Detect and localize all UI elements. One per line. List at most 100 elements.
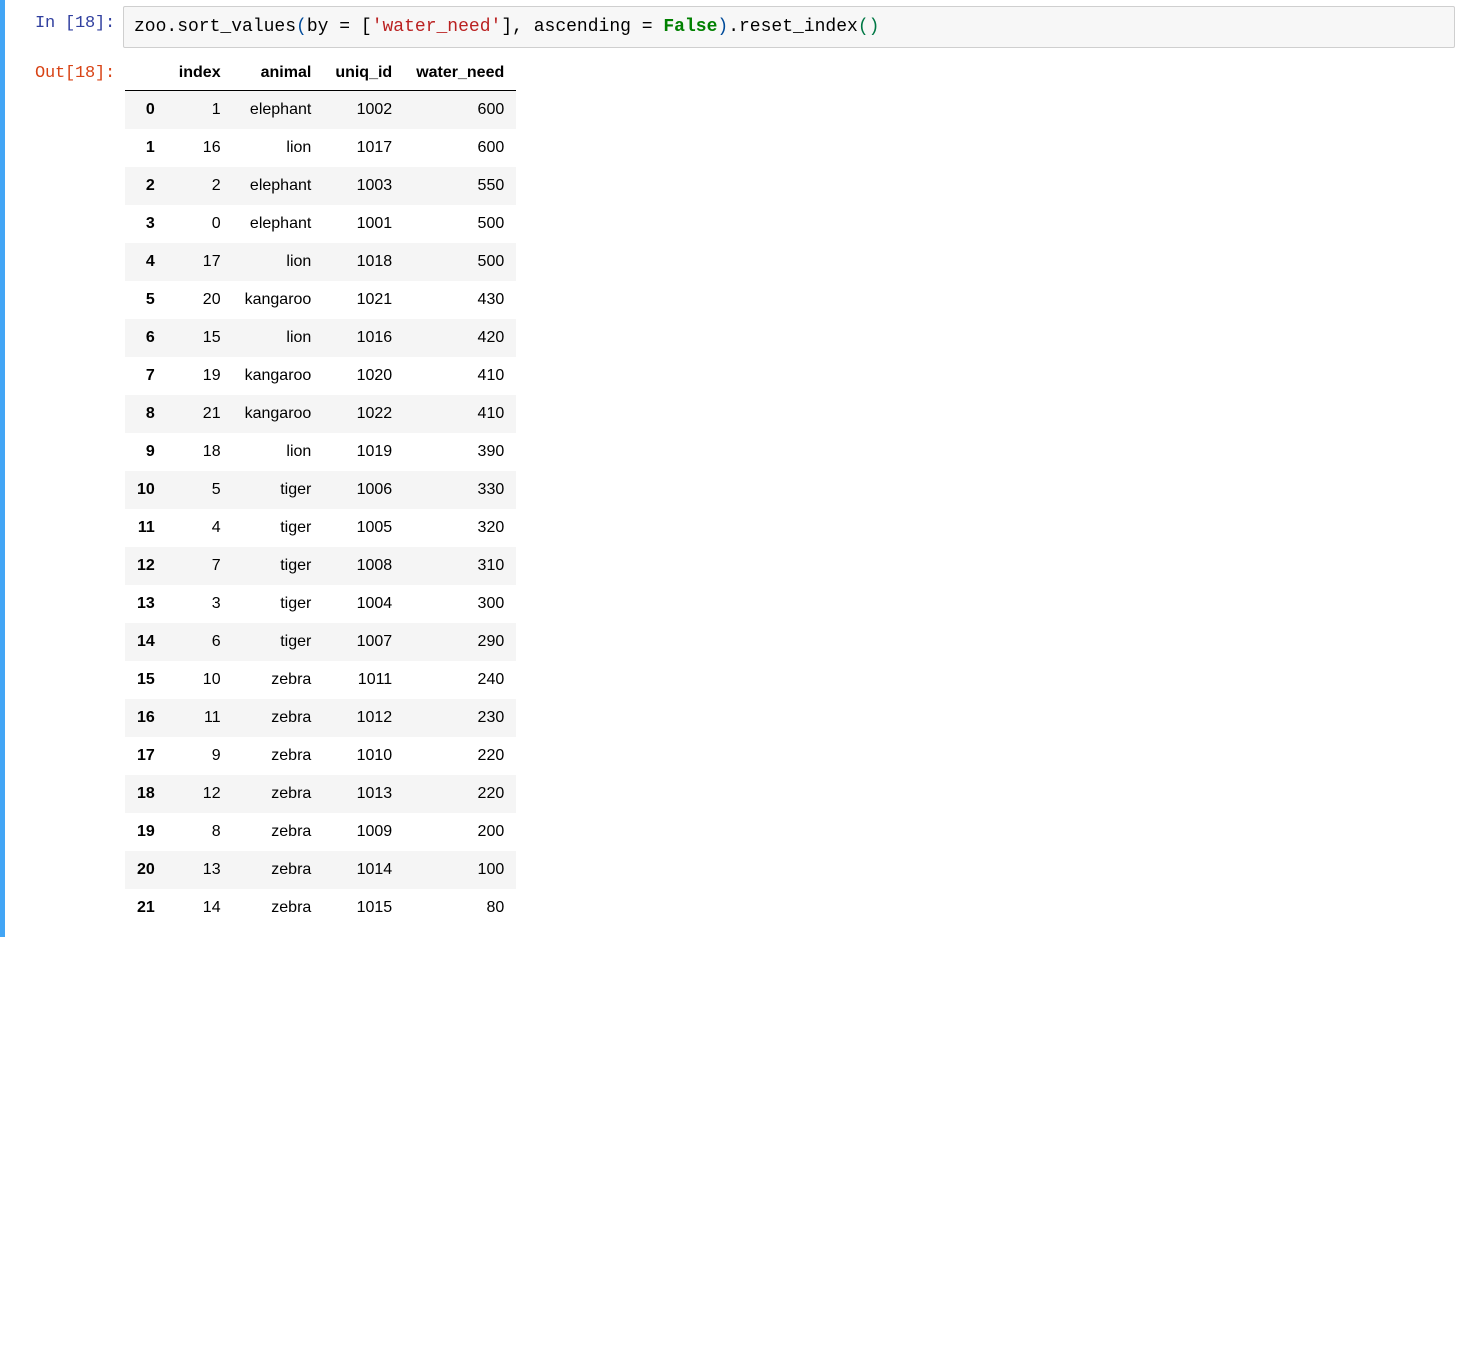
cell-uniq_id: 1001 [323, 205, 404, 243]
cell-index: 14 [167, 889, 233, 927]
table-row: 2013zebra1014100 [125, 851, 516, 889]
table-row: 198zebra1009200 [125, 813, 516, 851]
output-prompt: Out[18]: [5, 56, 123, 85]
cell-water_need: 200 [404, 813, 516, 851]
cell-uniq_id: 1003 [323, 167, 404, 205]
cell-uniq_id: 1016 [323, 319, 404, 357]
row-index: 15 [125, 661, 167, 699]
cell-animal: lion [233, 433, 324, 471]
cell-index: 9 [167, 737, 233, 775]
table-header-row: index animal uniq_id water_need [125, 56, 516, 91]
col-header-index: index [167, 56, 233, 91]
cell-index: 0 [167, 205, 233, 243]
cell-index: 12 [167, 775, 233, 813]
output-area: index animal uniq_id water_need 01elepha… [123, 56, 516, 927]
cell-water_need: 310 [404, 547, 516, 585]
cell-uniq_id: 1019 [323, 433, 404, 471]
cell-water_need: 300 [404, 585, 516, 623]
blank-header [125, 56, 167, 91]
code-token [653, 17, 664, 37]
row-index: 17 [125, 737, 167, 775]
cell-uniq_id: 1012 [323, 699, 404, 737]
table-row: 918lion1019390 [125, 433, 516, 471]
row-index: 14 [125, 623, 167, 661]
cell-index: 19 [167, 357, 233, 395]
cell-animal: kangaroo [233, 395, 324, 433]
cell-animal: lion [233, 243, 324, 281]
cell-index: 10 [167, 661, 233, 699]
cell-water_need: 80 [404, 889, 516, 927]
code-token: , ascending [512, 17, 642, 37]
row-index: 1 [125, 129, 167, 167]
row-index: 3 [125, 205, 167, 243]
table-row: 1510zebra1011240 [125, 661, 516, 699]
cell-uniq_id: 1022 [323, 395, 404, 433]
code-input[interactable]: zoo.sort_values(by = ['water_need'], asc… [123, 6, 1455, 48]
paren-open-icon: ( [858, 17, 869, 37]
cell-animal: tiger [233, 547, 324, 585]
row-index: 16 [125, 699, 167, 737]
cell-animal: lion [233, 319, 324, 357]
cell-uniq_id: 1004 [323, 585, 404, 623]
cell-animal: tiger [233, 509, 324, 547]
cell-animal: zebra [233, 889, 324, 927]
cell-index: 2 [167, 167, 233, 205]
paren-close-icon: ) [869, 17, 880, 37]
notebook-cell: In [18]: zoo.sort_values(by = ['water_ne… [0, 0, 1455, 937]
code-token: = [642, 17, 653, 37]
cell-animal: zebra [233, 813, 324, 851]
output-row: Out[18]: index animal uniq_id water_need [123, 56, 1455, 927]
row-index: 20 [125, 851, 167, 889]
cell-water_need: 410 [404, 357, 516, 395]
cell-index: 17 [167, 243, 233, 281]
row-index: 8 [125, 395, 167, 433]
row-index: 2 [125, 167, 167, 205]
input-prompt: In [18]: [5, 6, 123, 35]
cell-water_need: 220 [404, 775, 516, 813]
cell-index: 13 [167, 851, 233, 889]
cell-water_need: 230 [404, 699, 516, 737]
col-header-animal: animal [233, 56, 324, 91]
table-row: 22elephant1003550 [125, 167, 516, 205]
paren-close-icon: ) [717, 17, 728, 37]
cell-animal: lion [233, 129, 324, 167]
cell-index: 3 [167, 585, 233, 623]
cell-water_need: 320 [404, 509, 516, 547]
code-keyword: False [663, 17, 717, 37]
cell-uniq_id: 1020 [323, 357, 404, 395]
code-token: by [307, 17, 339, 37]
cell-uniq_id: 1006 [323, 471, 404, 509]
table-row: 417lion1018500 [125, 243, 516, 281]
table-row: 127tiger1008310 [125, 547, 516, 585]
row-index: 18 [125, 775, 167, 813]
row-index: 13 [125, 585, 167, 623]
cell-index: 6 [167, 623, 233, 661]
cell-uniq_id: 1010 [323, 737, 404, 775]
cell-water_need: 330 [404, 471, 516, 509]
table-row: 01elephant1002600 [125, 91, 516, 130]
cell-animal: elephant [233, 91, 324, 130]
cell-animal: tiger [233, 471, 324, 509]
table-row: 821kangaroo1022410 [125, 395, 516, 433]
code-token: zoo.sort_values [134, 17, 296, 37]
col-header-uniq-id: uniq_id [323, 56, 404, 91]
cell-index: 4 [167, 509, 233, 547]
table-row: 2114zebra101580 [125, 889, 516, 927]
row-index: 7 [125, 357, 167, 395]
row-index: 9 [125, 433, 167, 471]
cell-animal: zebra [233, 737, 324, 775]
cell-index: 7 [167, 547, 233, 585]
cell-uniq_id: 1013 [323, 775, 404, 813]
cell-uniq_id: 1018 [323, 243, 404, 281]
row-index: 6 [125, 319, 167, 357]
cell-index: 18 [167, 433, 233, 471]
cell-water_need: 430 [404, 281, 516, 319]
row-index: 5 [125, 281, 167, 319]
cell-index: 20 [167, 281, 233, 319]
cell-water_need: 500 [404, 205, 516, 243]
row-index: 4 [125, 243, 167, 281]
cell-water_need: 410 [404, 395, 516, 433]
cell-uniq_id: 1005 [323, 509, 404, 547]
cell-index: 1 [167, 91, 233, 130]
cell-animal: elephant [233, 167, 324, 205]
